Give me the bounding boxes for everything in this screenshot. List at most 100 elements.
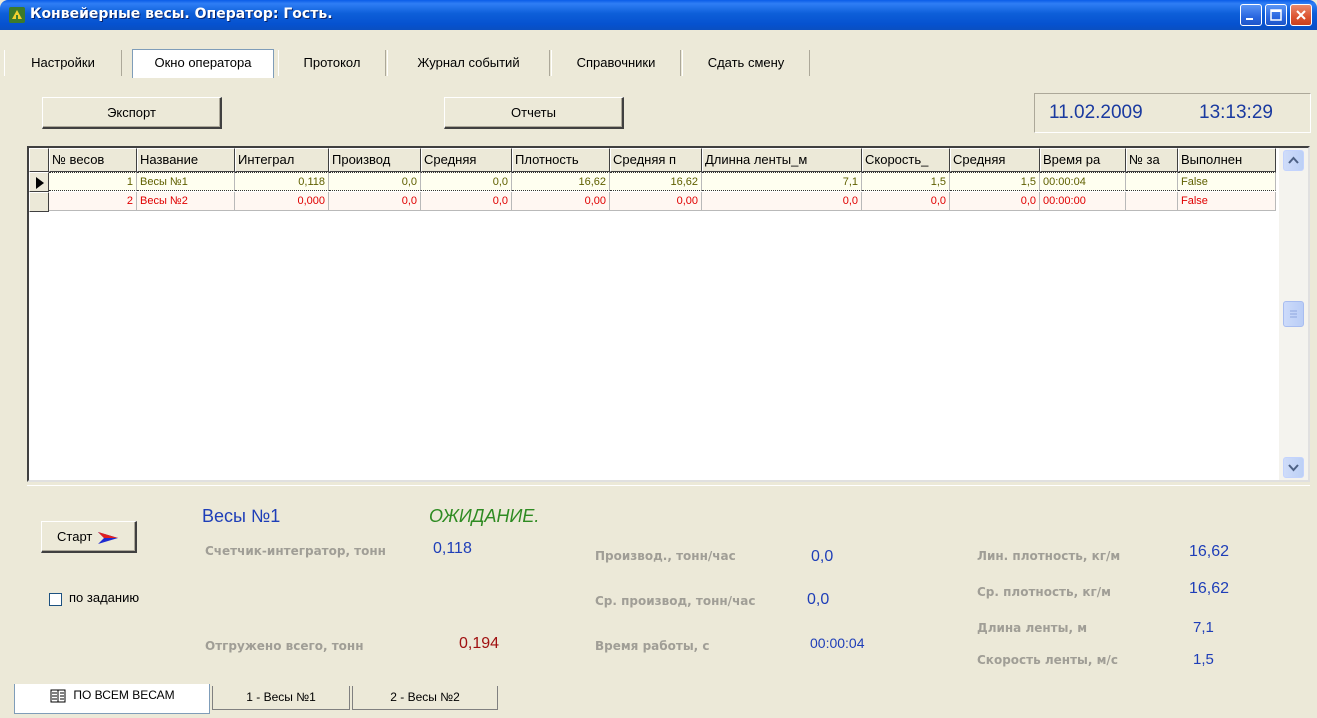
date-display: 11.02.2009 (1049, 102, 1143, 123)
tab-all-scales-label: ПО ВСЕМ ВЕСАМ (73, 688, 175, 702)
grid-cell[interactable]: 0,000 (235, 192, 329, 211)
column-header[interactable]: Длинна ленты_м (702, 148, 862, 172)
tab-settings[interactable]: Настройки (4, 50, 122, 76)
belt-length-value: 7,1 (1193, 619, 1214, 636)
scroll-down-button[interactable] (1283, 457, 1304, 478)
grid-cell[interactable]: 0,00 (610, 192, 702, 211)
belt-speed-value: 1,5 (1193, 651, 1214, 668)
start-button[interactable]: Старт (41, 521, 137, 553)
column-header[interactable]: Время ра (1040, 148, 1126, 172)
shipped-value: 0,194 (459, 635, 500, 652)
scales-grid[interactable]: № весов Название Интеграл Производ Средн… (27, 146, 1310, 482)
grid-cell[interactable]: Весы №1 (137, 172, 235, 191)
grid-cell[interactable]: False (1178, 172, 1276, 191)
app-icon (9, 7, 25, 23)
title-bar: Конвейерные весы. Оператор: Гость. (0, 0, 1317, 30)
grid-cell[interactable]: 00:00:04 (1040, 172, 1126, 191)
maximize-button[interactable] (1265, 4, 1287, 26)
scale-info-panel: Старт по заданию Весы №1 ОЖИДАНИЕ. Счетч… (27, 485, 1310, 683)
grid-cell[interactable]: 0,0 (702, 192, 862, 211)
scroll-thumb[interactable] (1283, 301, 1304, 327)
close-button[interactable] (1290, 4, 1312, 26)
window-title: Конвейерные весы. Оператор: Гость. (30, 6, 333, 22)
avg-density-value: 16,62 (1189, 580, 1230, 597)
column-header[interactable]: Средняя п (610, 148, 702, 172)
tab-close-shift[interactable]: Сдать смену (682, 50, 810, 76)
linear-density-label: Лин. плотность, кг/м (977, 549, 1121, 563)
shipped-label: Отгружено всего, тонн (205, 639, 364, 653)
grid-cell[interactable] (1126, 172, 1178, 191)
time-display: 13:13:29 (1199, 102, 1273, 123)
avg-density-label: Ср. плотность, кг/м (977, 585, 1111, 599)
play-arrow-icon (97, 531, 118, 544)
tab-scale-1[interactable]: 1 - Весы №1 (212, 686, 350, 710)
productivity-value: 0,0 (811, 548, 834, 565)
close-icon (1296, 10, 1306, 20)
grid-cell[interactable]: 1 (49, 172, 137, 191)
datetime-display: 11.02.2009 13:13:29 (1034, 93, 1311, 133)
grid-cell[interactable]: 0,0 (329, 172, 421, 191)
avg-productivity-label: Ср. производ, тонн/час (595, 594, 756, 608)
productivity-label: Производ., тонн/час (595, 549, 736, 563)
book-icon (50, 689, 66, 703)
grid-cell[interactable] (1126, 192, 1178, 211)
linear-density-value: 16,62 (1189, 543, 1230, 560)
column-header[interactable]: № за (1126, 148, 1178, 172)
grid-cell[interactable]: 16,62 (610, 172, 702, 191)
grid-cell[interactable]: 7,1 (702, 172, 862, 191)
work-time-value: 00:00:04 (810, 635, 865, 651)
grid-cell[interactable]: 0,0 (862, 192, 950, 211)
grid-cell[interactable]: Весы №2 (137, 192, 235, 211)
counter-value: 0,118 (433, 540, 472, 557)
column-header[interactable]: Скорость_ (862, 148, 950, 172)
scale-name: Весы №1 (202, 506, 281, 526)
grid-cell[interactable]: 00:00:00 (1040, 192, 1126, 211)
reports-button[interactable]: Отчеты (444, 97, 624, 129)
column-header[interactable]: Производ (329, 148, 421, 172)
grid-cell[interactable]: 2 (49, 192, 137, 211)
minimize-button[interactable] (1240, 4, 1262, 26)
grid-corner (29, 148, 49, 172)
export-button[interactable]: Экспорт (42, 97, 222, 129)
grid-cell[interactable]: False (1178, 192, 1276, 211)
grid-cell[interactable]: 1,5 (950, 172, 1040, 191)
chevron-down-icon (1288, 464, 1299, 472)
grip-icon (1290, 310, 1297, 318)
grid-cell[interactable]: 0,0 (421, 172, 512, 191)
tab-scale-2[interactable]: 2 - Весы №2 (352, 686, 498, 710)
grid-cell[interactable]: 1,5 (862, 172, 950, 191)
by-task-checkbox[interactable] (49, 593, 62, 606)
grid-cell[interactable]: 0,0 (421, 192, 512, 211)
grid-cell[interactable]: 0,0 (950, 192, 1040, 211)
column-header[interactable]: Название (137, 148, 235, 172)
tab-event-log[interactable]: Журнал событий (387, 50, 550, 76)
column-header[interactable]: Интеграл (235, 148, 329, 172)
counter-label: Счетчик-интегратор, тонн (205, 544, 386, 558)
belt-speed-label: Скорость ленты, м/с (977, 653, 1118, 667)
tab-all-scales[interactable]: ПО ВСЕМ ВЕСАМ (14, 684, 210, 714)
start-button-label: Старт (57, 529, 93, 544)
work-time-label: Время работы, с (595, 639, 710, 653)
maximize-icon (1270, 9, 1282, 21)
row-indicator[interactable] (29, 192, 49, 212)
vertical-scrollbar[interactable] (1279, 148, 1308, 480)
grid-cell[interactable]: 16,62 (512, 172, 610, 191)
column-header[interactable]: Выполнен (1178, 148, 1276, 172)
column-header[interactable]: Плотность (512, 148, 610, 172)
column-header[interactable]: Средняя (950, 148, 1040, 172)
tab-references[interactable]: Справочники (551, 50, 681, 76)
column-header[interactable]: № весов (49, 148, 137, 172)
scroll-up-button[interactable] (1283, 150, 1304, 171)
by-task-label: по заданию (69, 590, 140, 605)
status-text: ОЖИДАНИЕ. (429, 506, 540, 526)
current-row-arrow-icon (36, 177, 44, 189)
tab-operator-window[interactable]: Окно оператора (132, 49, 274, 78)
row-indicator[interactable] (29, 172, 49, 192)
tab-protocol[interactable]: Протокол (278, 50, 386, 76)
grid-cell[interactable]: 0,118 (235, 172, 329, 191)
belt-length-label: Длина ленты, м (977, 621, 1088, 635)
avg-productivity-value: 0,0 (807, 591, 830, 608)
column-header[interactable]: Средняя (421, 148, 512, 172)
grid-cell[interactable]: 0,00 (512, 192, 610, 211)
grid-cell[interactable]: 0,0 (329, 192, 421, 211)
